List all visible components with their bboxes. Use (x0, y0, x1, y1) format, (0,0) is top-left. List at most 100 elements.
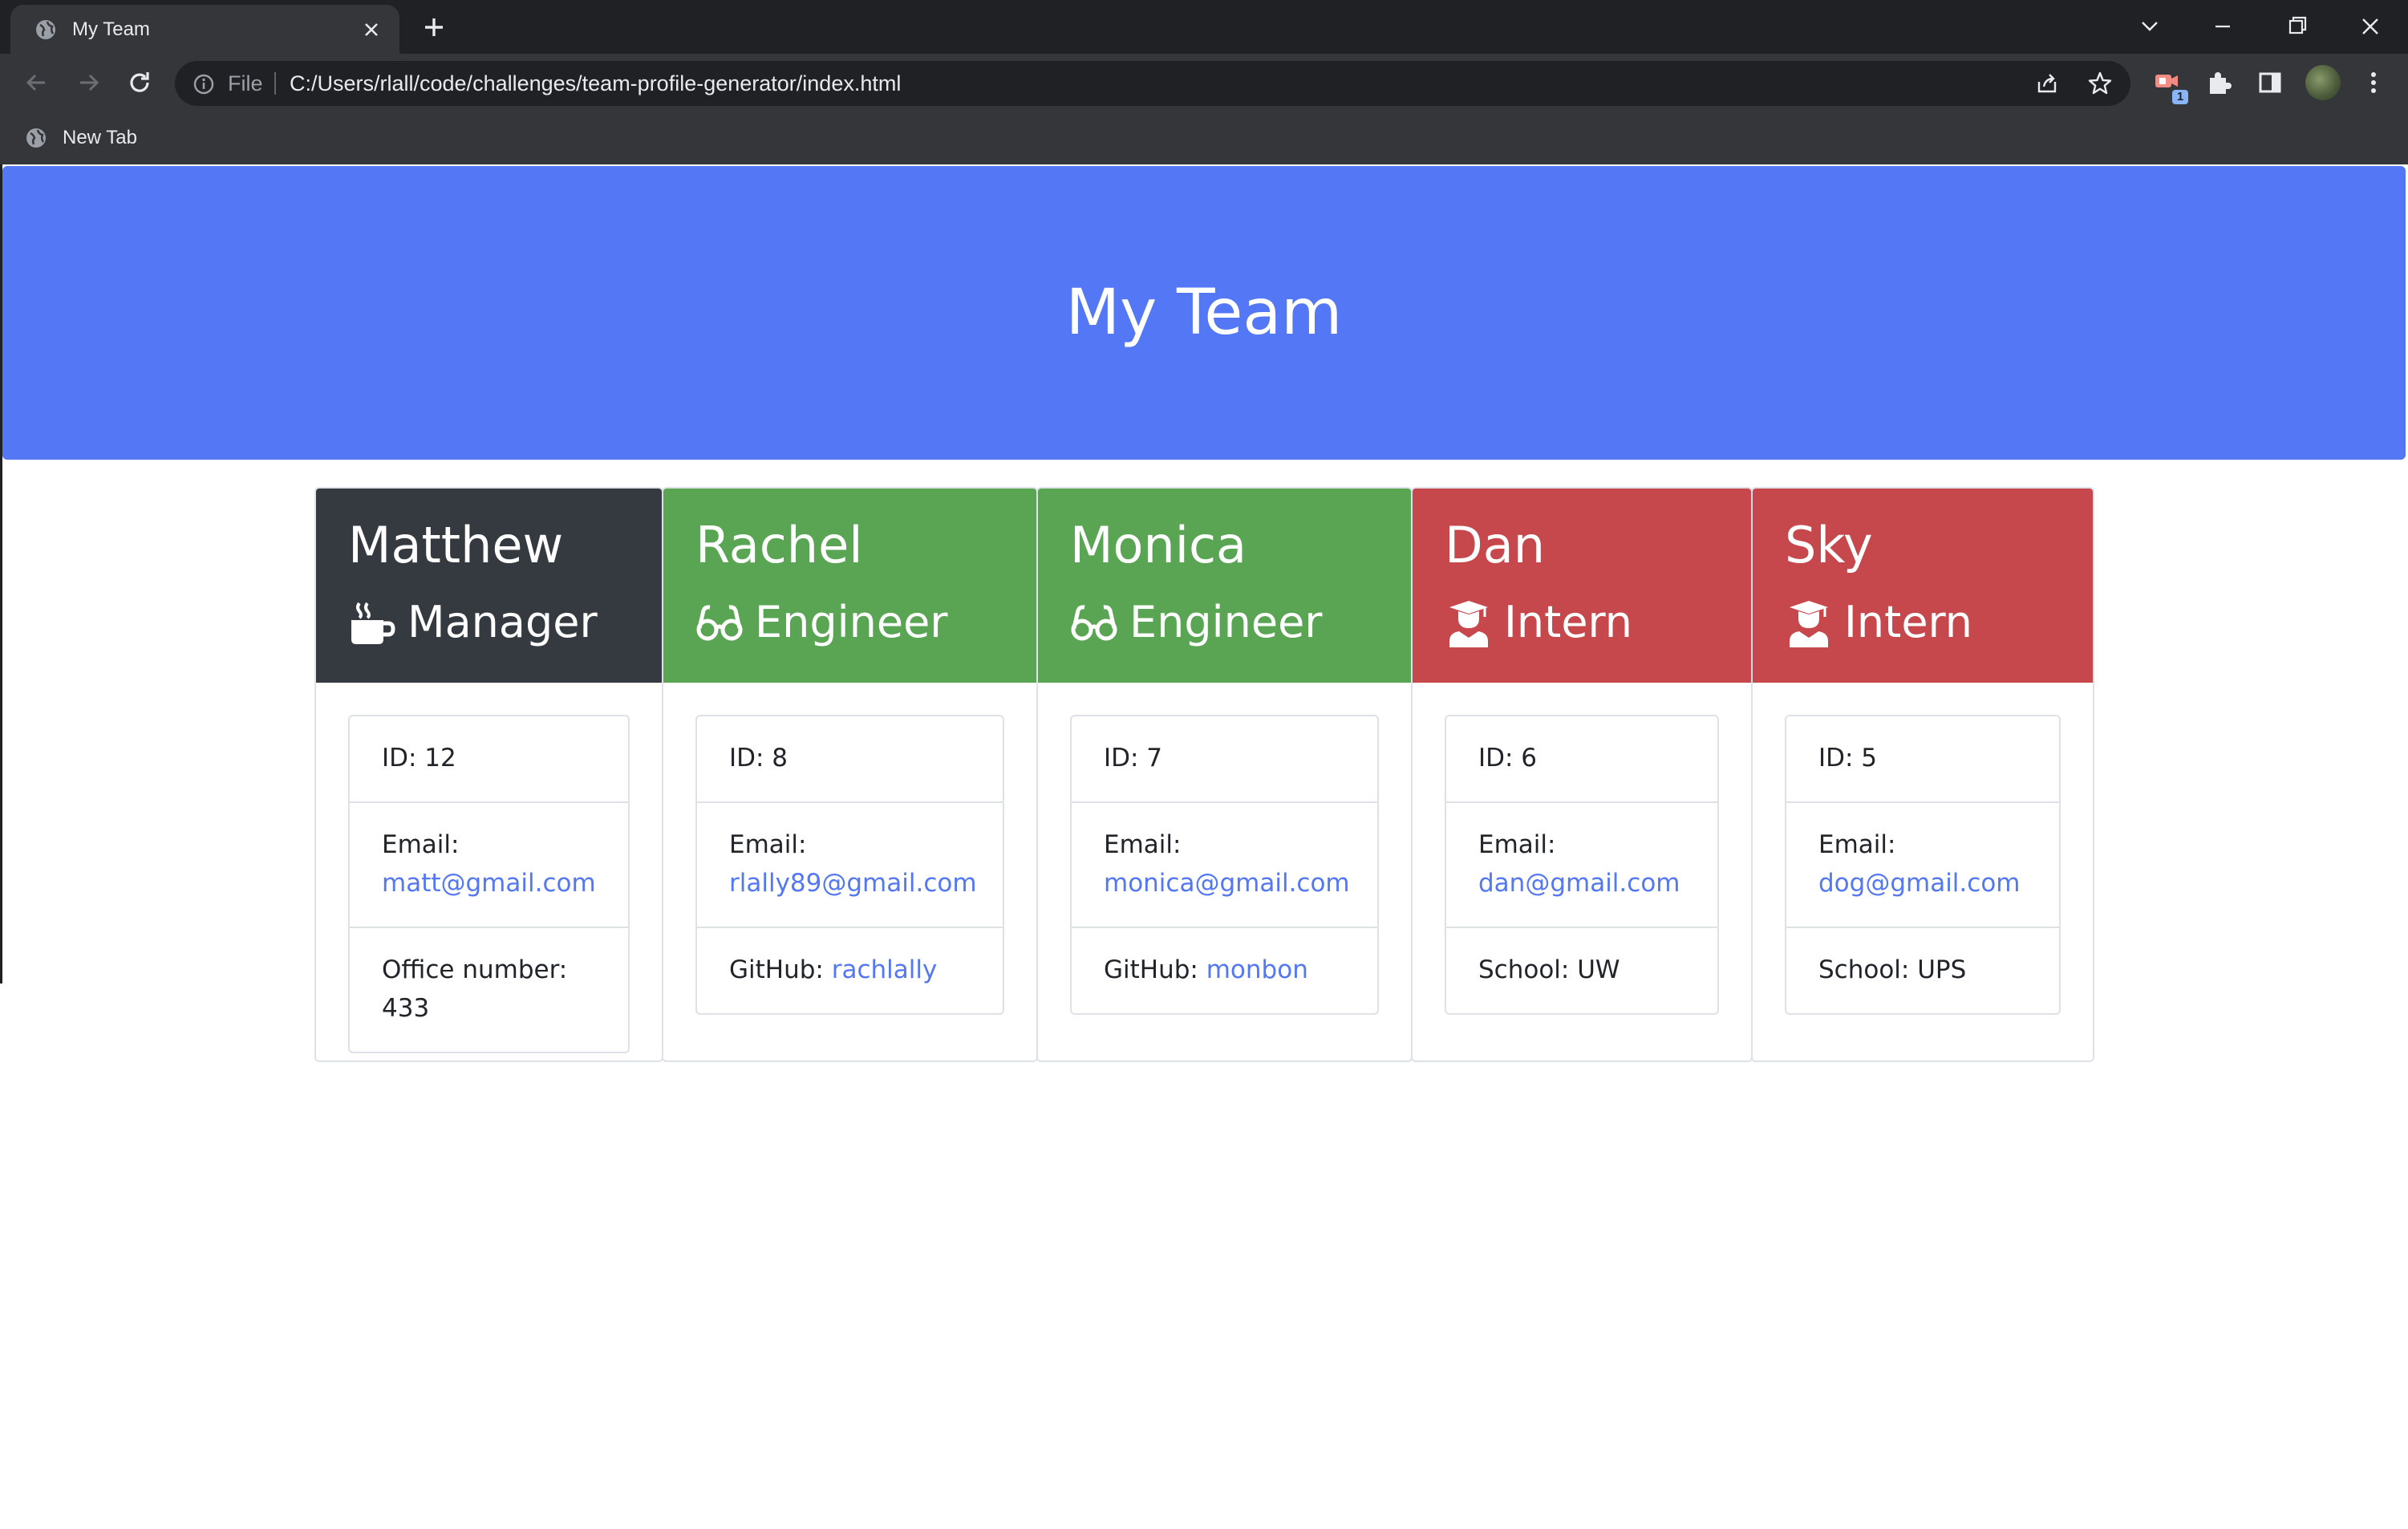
school-label: School: (1818, 955, 1910, 984)
employee-name: Dan (1445, 516, 1546, 574)
new-tab-plus-icon[interactable] (419, 12, 449, 43)
restore-icon[interactable] (2276, 8, 2317, 45)
card-header: Rachel Engineer (663, 489, 1036, 683)
email-item: Email: rlally89@gmail.com (697, 801, 1003, 927)
extensions-puzzle-icon[interactable] (2203, 67, 2235, 99)
share-icon[interactable] (2034, 71, 2060, 96)
card-header: Matthew Manager (316, 489, 662, 683)
employee-details: ID: 8 Email: rlally89@gmail.com GitHub: … (695, 715, 1004, 1015)
address-scheme: File (228, 71, 263, 95)
employee-card-sky: Sky Intern ID: 5 Email: dog@gmail.com Sc… (1751, 487, 2094, 1062)
email-link[interactable]: matt@gmail.com (382, 869, 596, 898)
globe-icon (24, 126, 48, 153)
email-link[interactable]: dan@gmail.com (1478, 869, 1680, 898)
glasses-icon (695, 599, 744, 647)
office-number-value: 433 (382, 994, 430, 1023)
browser-toolbar: File C:/Users/rlall/code/challenges/team… (0, 54, 2408, 112)
employee-card-matthew: Matthew Manager ID: 12 Email: matt@gmail… (314, 487, 663, 1062)
school-value: UPS (1917, 955, 1967, 984)
site-info-icon[interactable] (193, 73, 215, 99)
globe-icon (34, 18, 58, 45)
id-item: ID: 8 (729, 744, 788, 773)
github-label: GitHub: (729, 955, 824, 984)
employee-details: ID: 7 Email: monica@gmail.com GitHub: mo… (1070, 715, 1379, 1015)
close-tab-icon[interactable] (362, 20, 381, 39)
extension-badge: 1 (2172, 90, 2188, 104)
employee-card-rachel: Rachel Engineer ID: 8 Email: rlally89@gm… (662, 487, 1038, 1062)
email-label: Email: (1478, 830, 1556, 859)
employee-card-monica: Monica Engineer ID: 7 Email: monica@gmai… (1036, 487, 1413, 1062)
employee-name: Sky (1785, 516, 1873, 574)
github-label: GitHub: (1104, 955, 1198, 984)
email-label: Email: (1818, 830, 1896, 859)
role-label: Manager (407, 597, 598, 647)
page-title: My Team (1065, 277, 1343, 349)
tab-title: My Team (72, 18, 150, 40)
email-label: Email: (1104, 830, 1182, 859)
bookmark-label: New Tab (63, 127, 137, 148)
minimize-icon[interactable] (2203, 8, 2243, 45)
graduate-icon (1785, 599, 1833, 647)
bookmarks-bar: New Tab (0, 112, 2408, 164)
email-item: Email: monica@gmail.com (1072, 801, 1377, 927)
github-item: GitHub: monbon (1072, 927, 1377, 1013)
employee-name: Rachel (695, 516, 863, 574)
employee-name: Matthew (348, 516, 564, 574)
role-label: Engineer (755, 597, 948, 647)
school-value: UW (1577, 955, 1620, 984)
browser-title-bar: My Team (0, 0, 2408, 54)
school-item: School: UPS (1786, 927, 2059, 1013)
address-separator (274, 72, 276, 95)
card-header: Monica Engineer (1038, 489, 1411, 683)
github-item: GitHub: rachlally (697, 927, 1003, 1013)
id-item: ID: 7 (1104, 744, 1163, 773)
page-header-banner: My Team (2, 166, 2406, 460)
employee-details: ID: 6 Email: dan@gmail.com School: UW (1445, 715, 1719, 1015)
tab-search-chevron-icon[interactable] (2130, 8, 2170, 45)
email-item: Email: matt@gmail.com (350, 801, 628, 927)
github-link[interactable]: monbon (1206, 955, 1308, 984)
card-header: Sky Intern (1753, 489, 2093, 683)
school-label: School: (1478, 955, 1570, 984)
graduate-icon (1445, 599, 1493, 647)
close-window-icon[interactable] (2350, 8, 2390, 45)
email-label: Email: (729, 830, 807, 859)
employee-details: ID: 5 Email: dog@gmail.com School: UPS (1785, 715, 2061, 1015)
card-header: Dan Intern (1413, 489, 1751, 683)
id-item: ID: 5 (1818, 744, 1878, 773)
email-link[interactable]: monica@gmail.com (1104, 869, 1350, 898)
card-body: ID: 8 Email: rlally89@gmail.com GitHub: … (695, 715, 1004, 1015)
card-body: ID: 6 Email: dan@gmail.com School: UW (1445, 715, 1719, 1015)
employee-details: ID: 12 Email: matt@gmail.com Office numb… (348, 715, 630, 1053)
github-link[interactable]: rachlally (832, 955, 938, 984)
card-body: ID: 12 Email: matt@gmail.com Office numb… (348, 715, 630, 1053)
email-link[interactable]: dog@gmail.com (1818, 869, 2020, 898)
card-body: ID: 7 Email: monica@gmail.com GitHub: mo… (1070, 715, 1379, 1015)
bookmark-star-icon[interactable] (2087, 71, 2113, 96)
coffee-mug-icon (348, 599, 396, 647)
glasses-icon (1070, 599, 1118, 647)
role-label: Engineer (1129, 597, 1323, 647)
email-item: Email: dog@gmail.com (1786, 801, 2059, 927)
email-item: Email: dan@gmail.com (1446, 801, 1717, 927)
employee-card-dan: Dan Intern ID: 6 Email: dan@gmail.com Sc… (1411, 487, 1753, 1062)
browser-tab-my-team[interactable]: My Team (10, 5, 399, 54)
side-panel-icon[interactable] (2254, 67, 2286, 99)
email-link[interactable]: rlally89@gmail.com (729, 869, 977, 898)
office-number-item: Office number: 433 (350, 927, 628, 1052)
office-number-label: Office number: (382, 955, 568, 984)
id-item: ID: 6 (1478, 744, 1538, 773)
employee-name: Monica (1070, 516, 1247, 574)
id-item: ID: 12 (382, 744, 456, 773)
role-label: Intern (1504, 597, 1633, 647)
address-url[interactable]: C:/Users/rlall/code/challenges/team-prof… (290, 61, 901, 106)
back-arrow-icon[interactable] (21, 67, 53, 99)
card-body: ID: 5 Email: dog@gmail.com School: UPS (1785, 715, 2061, 1015)
reload-icon[interactable] (124, 67, 156, 99)
more-menu-icon[interactable] (2357, 67, 2390, 99)
forward-arrow-icon[interactable] (72, 67, 104, 99)
school-item: School: UW (1446, 927, 1717, 1013)
email-label: Email: (382, 830, 460, 859)
address-bar[interactable]: File C:/Users/rlall/code/challenges/team… (175, 61, 2130, 106)
profile-avatar[interactable] (2305, 65, 2341, 100)
